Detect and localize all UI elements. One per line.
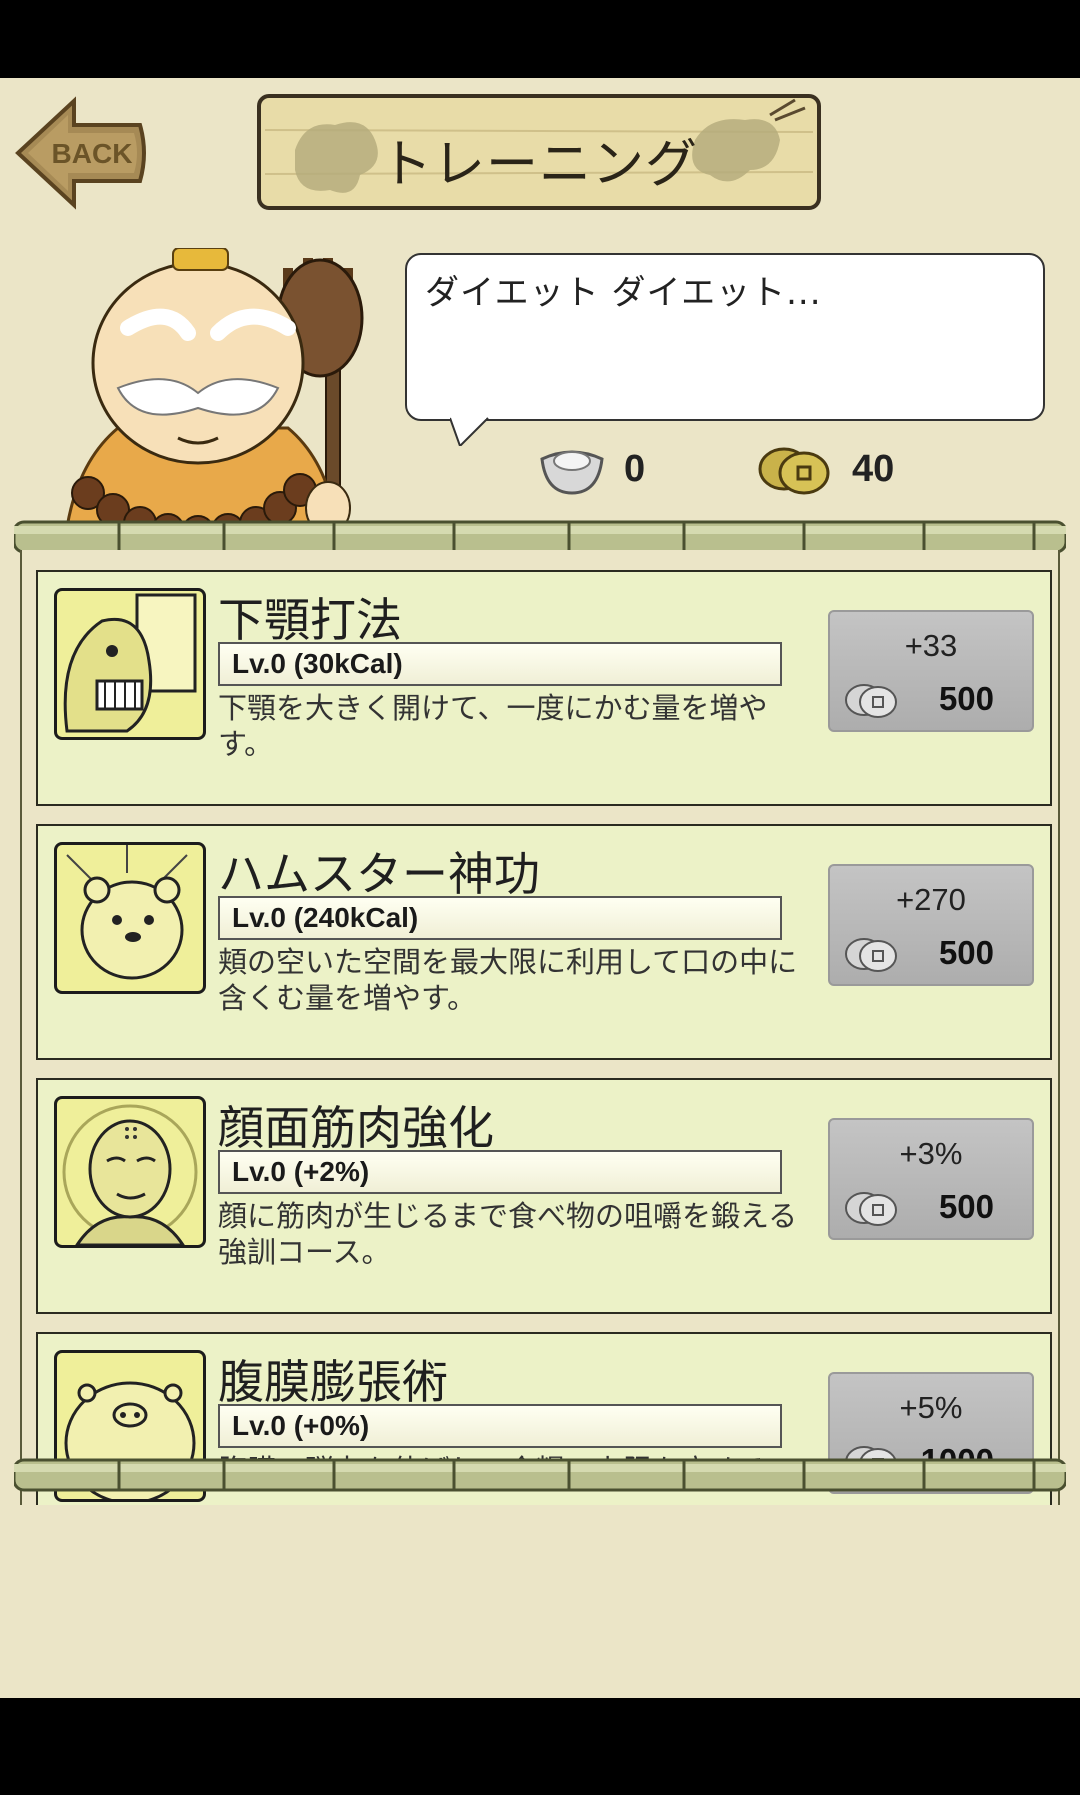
- silver-ingot-icon: [540, 450, 604, 495]
- back-label: BACK: [52, 138, 133, 169]
- gold-coins-icon: [758, 447, 830, 495]
- silver-coins-icon: [845, 684, 897, 718]
- gold-currency: 40: [756, 438, 894, 500]
- training-name: 下顎打法: [218, 593, 402, 647]
- upgrade-gain: +5%: [899, 1390, 963, 1425]
- meditating-monk-icon: [54, 1096, 206, 1248]
- upgrade-button[interactable]: +3% 500: [828, 1118, 1034, 1240]
- upgrade-cost: 500: [938, 680, 994, 717]
- silver-coins-icon: [845, 938, 897, 972]
- speech-tail-icon: [450, 416, 489, 446]
- training-level: Lv.0 (+0%): [218, 1404, 782, 1448]
- training-card-face: 顔面筋肉強化 Lv.0 (+2%) 顔に筋肉が生じるまで食べ物の咀嚼を鍛える強訓…: [36, 1078, 1052, 1314]
- silver-currency: 0: [538, 438, 645, 500]
- training-level: Lv.0 (+2%): [218, 1150, 782, 1194]
- training-list[interactable]: 下顎打法 Lv.0 (30kCal) 下顎を大きく開けて、一度にかむ量を増やす。…: [20, 550, 1060, 1505]
- gold-count: 40: [852, 447, 895, 490]
- training-level: Lv.0 (30kCal): [218, 642, 782, 686]
- title-board: トレーニング: [255, 90, 823, 214]
- speech-bubble: ダイエット ダイエット...: [405, 253, 1045, 421]
- silver-coins-icon: [845, 1192, 897, 1226]
- master-speech: ダイエット ダイエット...: [425, 273, 822, 313]
- jaw-monk-icon: [54, 588, 206, 740]
- upgrade-gain: +33: [904, 628, 958, 663]
- upgrade-button[interactable]: +33 500: [828, 610, 1034, 732]
- upgrade-button[interactable]: +270 500: [828, 864, 1034, 986]
- training-level: Lv.0 (240kCal): [218, 896, 782, 940]
- training-description: 下顎を大きく開けて、一度にかむ量を増やす。: [218, 691, 768, 761]
- training-description: 顔に筋肉が生じるまで食べ物の咀嚼を鍛える強訓コース。: [218, 1199, 798, 1269]
- hamster-icon: [54, 842, 206, 994]
- training-description: 頬の空いた空間を最大限に利用して口の中に含くむ量を増やす。: [218, 945, 798, 1015]
- bamboo-top-divider: [14, 520, 1066, 554]
- training-card-hamster: ハムスター神功 Lv.0 (240kCal) 頬の空いた空間を最大限に利用して口…: [36, 824, 1052, 1060]
- page-title: トレーニング: [379, 135, 698, 195]
- upgrade-cost: 500: [938, 934, 994, 971]
- training-name: 顔面筋肉強化: [218, 1101, 494, 1155]
- silver-count: 0: [624, 447, 646, 490]
- upgrade-gain: +3%: [899, 1136, 963, 1171]
- training-name: ハムスター神功: [218, 847, 540, 901]
- back-arrow-icon: BACK: [15, 96, 146, 210]
- training-screen: BACK トレーニング ダイエット ダイエット... 0 40 下顎打法 Lv.…: [0, 78, 1080, 1698]
- bamboo-bottom-divider: [14, 1458, 1066, 1492]
- back-button[interactable]: BACK: [12, 93, 152, 213]
- upgrade-cost: 500: [938, 1188, 994, 1225]
- training-name: 腹膜膨張術: [218, 1355, 448, 1409]
- upgrade-gain: +270: [896, 882, 966, 917]
- training-card-jaw: 下顎打法 Lv.0 (30kCal) 下顎を大きく開けて、一度にかむ量を増やす。…: [36, 570, 1052, 806]
